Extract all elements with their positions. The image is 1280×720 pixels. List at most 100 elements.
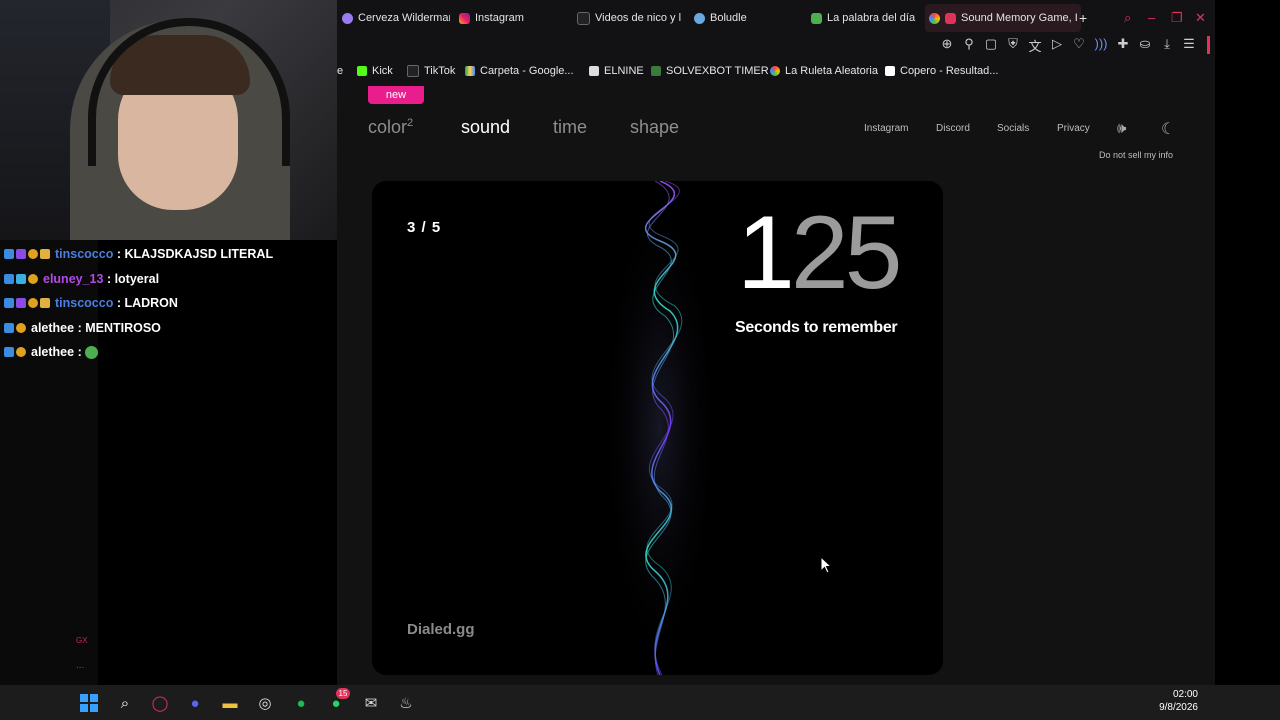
play-icon[interactable]: ▷ <box>1050 36 1064 54</box>
nav-color[interactable]: color2 <box>368 117 413 138</box>
link-socials[interactable]: Socials <box>997 123 1029 134</box>
nav-shape[interactable]: shape <box>630 117 679 138</box>
heart-icon[interactable]: ♡ <box>1072 36 1086 54</box>
file-explorer-icon[interactable]: ▬ <box>219 692 241 714</box>
sound-waves-icon[interactable]: ))) <box>1094 36 1108 54</box>
tab-label: Sound Memory Game, I <box>961 12 1078 24</box>
screen-edge <box>1215 0 1280 685</box>
bookmark-kick[interactable]: Kick <box>357 62 393 80</box>
shield-icon[interactable]: ⛨ <box>1006 36 1020 54</box>
clock-time: 02:00 <box>1172 689 1198 700</box>
badge-icon <box>4 298 14 309</box>
chat-text: KLAJSDKAJSD LITERAL <box>124 247 274 262</box>
round-indicator: 3 / 5 <box>407 219 442 236</box>
nav-sound[interactable]: sound <box>461 117 510 138</box>
chat-text: MENTIROSO <box>85 320 161 335</box>
bookmarks-bar: e Kick TikTok Carpeta - Google... ELNINE… <box>337 62 1215 80</box>
nav-time[interactable]: time <box>553 117 587 138</box>
chat-text: LADRON <box>124 296 178 311</box>
restore-icon[interactable]: ❐ <box>1171 10 1183 26</box>
tab-sound-memory[interactable]: Sound Memory Game, I <box>925 4 1081 32</box>
steam-icon[interactable]: ♨ <box>395 692 417 714</box>
chat-message: eluney_13 : lotyeral <box>0 267 337 292</box>
chat-text: lotyeral <box>114 271 160 286</box>
new-tab-button[interactable]: + <box>1079 4 1095 32</box>
brand-label: Dialed.gg <box>407 621 475 638</box>
chat-username[interactable]: alethee <box>31 321 74 335</box>
zoom-icon[interactable]: ⊕ <box>940 36 954 54</box>
app-icon[interactable]: ◎ <box>254 692 276 714</box>
elnine-icon <box>589 66 599 76</box>
link-discord[interactable]: Discord <box>936 123 970 134</box>
extensions-icon[interactable]: ✚ <box>1116 36 1130 54</box>
badge-icon <box>40 298 50 309</box>
screenshot-icon[interactable]: ▢ <box>984 36 998 54</box>
spotify-icon[interactable]: ● <box>290 692 312 714</box>
copero-icon <box>885 66 895 76</box>
sidebar-accent <box>1207 36 1210 54</box>
link-do-not-sell[interactable]: Do not sell my info <box>1099 150 1173 160</box>
chat-username[interactable]: alethee <box>31 345 74 359</box>
chat-username[interactable]: eluney_13 <box>43 272 103 286</box>
pin-icon[interactable]: ⚲ <box>962 36 976 54</box>
bookmark-solvexbot[interactable]: SOLVEXBOT TIMER <box>651 62 769 80</box>
drive-icon <box>465 66 475 76</box>
badge-icon <box>16 322 26 333</box>
download-icon[interactable]: ⤓ <box>1160 36 1174 54</box>
moon-icon[interactable]: ☾ <box>1161 119 1175 139</box>
countdown-number: 125 <box>737 195 903 311</box>
chat-username[interactable]: tinscocco <box>55 247 113 261</box>
windows-start-icon[interactable] <box>78 692 100 714</box>
opera-gx-icon[interactable]: ◯ <box>149 692 171 714</box>
chat-message: alethee : <box>0 340 337 365</box>
search-icon[interactable]: ⌕ <box>1124 10 1131 26</box>
stream-chat: tinscocco : KLAJSDKAJSD LITERAL eluney_1… <box>0 242 337 365</box>
bookmark-drive[interactable]: Carpeta - Google... <box>465 62 574 80</box>
clock-date: 9/8/2026 <box>1159 702 1198 713</box>
p-icon <box>811 12 822 24</box>
menu-icon[interactable]: ☰ <box>1182 36 1196 54</box>
chrome-icon <box>929 12 940 24</box>
kick-icon <box>357 66 367 76</box>
more-dots[interactable]: ... <box>76 660 84 671</box>
chat-message: alethee : MENTIROSO <box>0 316 337 341</box>
system-clock[interactable]: 02:00 9/8/2026 <box>1150 688 1198 714</box>
whatsapp-badge: 15 <box>336 688 350 699</box>
discord-icon[interactable]: ● <box>184 692 206 714</box>
sparkle-icon <box>342 12 353 24</box>
badge-icon <box>40 249 50 260</box>
speaker-icon[interactable]: 🕪 <box>1117 120 1126 137</box>
tab-cerveza[interactable]: Cerveza Wilderman <box>342 4 450 32</box>
tab-instagram[interactable]: Instagram <box>459 4 569 32</box>
badge-icon <box>16 273 26 284</box>
badge-icon <box>4 273 14 284</box>
chat-username[interactable]: tinscocco <box>55 296 113 310</box>
bookmark-tiktok[interactable]: TikTok <box>407 62 455 80</box>
badge-icon <box>28 273 38 284</box>
tab-boludle[interactable]: Boludle <box>694 4 794 32</box>
search-icon[interactable]: ⌕ <box>114 692 136 714</box>
gx-label: GX <box>76 636 88 645</box>
mouse-cursor-icon <box>820 556 832 574</box>
roulette-icon <box>770 66 780 76</box>
link-privacy[interactable]: Privacy <box>1057 123 1090 134</box>
bookmark[interactable]: e <box>337 62 343 80</box>
mail-icon[interactable]: ✉ <box>360 692 382 714</box>
bookmark-ruleta[interactable]: La Ruleta Aleatoria <box>770 62 878 80</box>
badge-icon <box>28 249 38 260</box>
bookmark-elnine[interactable]: ELNINE <box>589 62 644 80</box>
tab-videos[interactable]: Videos de nico y lu <box>577 4 681 32</box>
chat-message: tinscocco : KLAJSDKAJSD LITERAL <box>0 242 337 267</box>
minimize-icon[interactable]: – <box>1148 10 1155 25</box>
translate-icon[interactable]: 文 <box>1028 36 1042 54</box>
tab-palabra[interactable]: La palabra del día <box>811 4 921 32</box>
webcam-overlay <box>0 0 337 240</box>
badge-icon <box>28 298 38 309</box>
game-card[interactable]: 3 / 5 125 Seconds to remember Dialed.gg <box>372 181 943 675</box>
link-instagram[interactable]: Instagram <box>864 123 908 134</box>
bookmark-copero[interactable]: Copero - Resultad... <box>885 62 998 80</box>
profile-icon[interactable]: ⛀ <box>1138 36 1152 54</box>
tab-label: Instagram <box>475 12 524 24</box>
tiktok-icon <box>407 65 419 77</box>
close-icon[interactable]: ✕ <box>1195 10 1206 26</box>
